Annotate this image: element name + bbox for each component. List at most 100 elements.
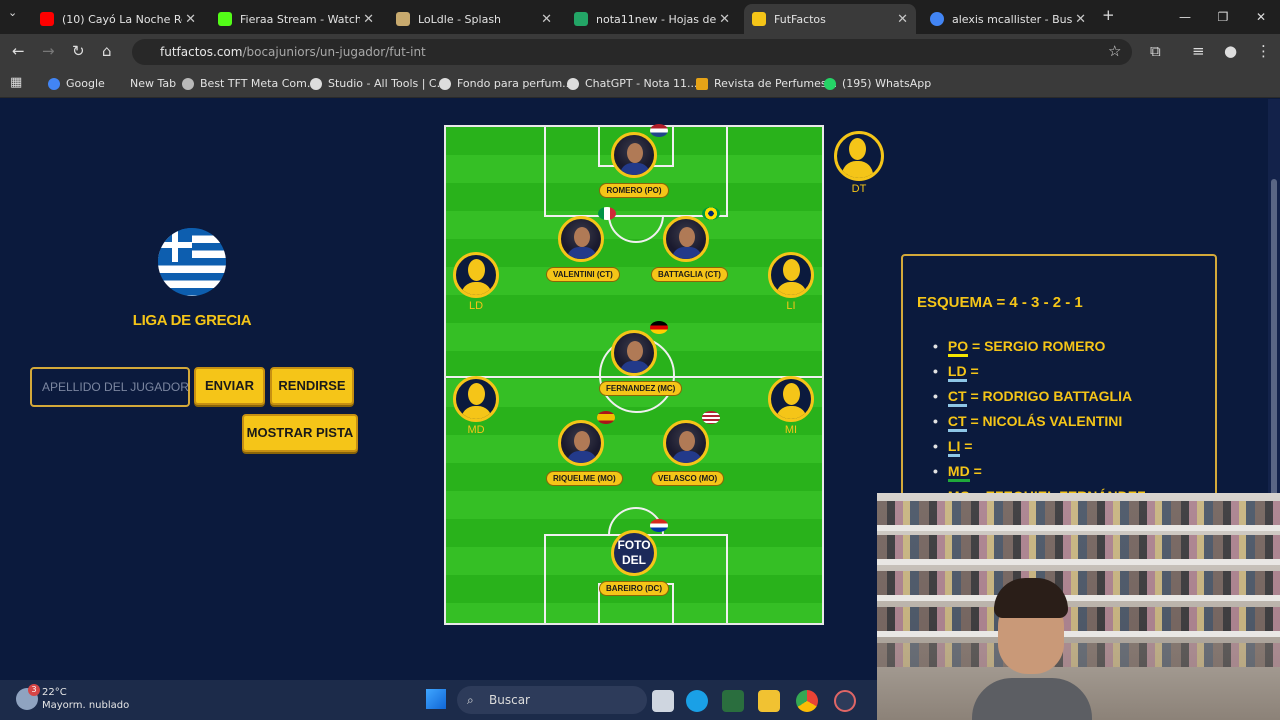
app-icon[interactable] [722, 690, 744, 712]
star-icon[interactable]: ☆ [1108, 42, 1121, 60]
player-label: BATTAGLIA (CT) [651, 267, 728, 282]
file-explorer-icon[interactable] [758, 690, 780, 712]
extensions-icon[interactable]: ⧉ [1150, 42, 1161, 60]
kick-icon [218, 12, 232, 26]
player-photo [558, 420, 604, 466]
player-mc[interactable]: FERNANDEZ (MC) [599, 330, 683, 396]
back-icon[interactable]: ← [12, 42, 25, 60]
position-abbr: CT [947, 388, 967, 407]
tab-sheets[interactable]: nota11new - Hojas de cálc ✕ [566, 4, 738, 34]
position-abbr: CT [947, 413, 967, 432]
player-photo [611, 330, 657, 376]
new-tab-icon[interactable]: + [1102, 6, 1115, 24]
position-value: = [964, 438, 973, 454]
player-dc[interactable]: FOTO DEL BAREIRO (DC) [599, 530, 669, 596]
chrome-icon[interactable] [796, 690, 818, 712]
position-value: = [973, 463, 982, 479]
home-icon[interactable]: ⌂ [102, 42, 112, 60]
player-ld-empty[interactable]: LD [441, 252, 511, 312]
position-label: LD [468, 300, 484, 312]
position-value: = RODRIGO BATTAGLIA [970, 388, 1133, 404]
bookmark-new-tab[interactable]: New Tab [130, 77, 176, 90]
player-label: RIQUELME (MO) [546, 471, 623, 486]
weather-icon[interactable]: 3 [16, 684, 40, 710]
tab-title: LoLdle - Splash [418, 12, 502, 26]
tab-search-icon[interactable]: ⌄ [8, 6, 17, 19]
send-button[interactable]: ENVIAR [194, 367, 265, 405]
player-mi-empty[interactable]: MI [756, 376, 826, 436]
player-md-empty[interactable]: MD [441, 376, 511, 436]
bookmark-studio[interactable]: Studio - All Tools | C... [310, 77, 447, 90]
bookmark-fondo[interactable]: Fondo para perfum... [439, 77, 573, 90]
player-ct-battaglia[interactable]: BATTAGLIA (CT) [651, 216, 728, 282]
surrender-button[interactable]: RENDIRSE [270, 367, 354, 405]
close-icon[interactable]: ✕ [185, 12, 196, 27]
close-icon[interactable]: ✕ [719, 12, 730, 27]
scrollbar-thumb[interactable] [1271, 179, 1277, 499]
close-icon[interactable]: ✕ [897, 12, 908, 27]
bookmark-revista[interactable]: Revista de Perfumes... [696, 77, 837, 90]
tab-kick[interactable]: Fieraa Stream - Watch Live ✕ [210, 4, 382, 34]
player-ct-valentini[interactable]: VALENTINI (CT) [546, 216, 620, 282]
player-surname-input[interactable] [30, 367, 190, 407]
apps-icon[interactable]: ▦ [10, 75, 22, 90]
window-controls: — ❐ ✕ [1166, 0, 1280, 34]
tab-title: Fieraa Stream - Watch Live [240, 12, 360, 26]
player-label: ROMERO (PO) [599, 183, 669, 198]
bookmark-google[interactable]: Google [48, 77, 105, 90]
position-value: = [970, 363, 979, 379]
league-title: LIGA DE GRECIA [132, 312, 252, 329]
app-icon-2[interactable] [834, 690, 856, 712]
tab-futfactos[interactable]: FutFactos ✕ [744, 4, 916, 34]
tab-google[interactable]: alexis mcallister - Buscar c ✕ [922, 4, 1094, 34]
tab-loldle[interactable]: LoLdle - Splash ✕ [388, 4, 560, 34]
close-icon[interactable]: ✕ [363, 12, 374, 27]
close-icon[interactable]: ✕ [1075, 12, 1086, 27]
player-po[interactable]: ROMERO (PO) [599, 132, 669, 198]
taskbar-search[interactable]: ⌕ Buscar [457, 686, 647, 714]
photo-placeholder-text: FOTO DEL [617, 538, 651, 567]
player-mo-velasco[interactable]: VELASCO (MO) [651, 420, 725, 486]
netherlands-flag-icon [650, 124, 668, 137]
tab-youtube[interactable]: (10) Cayó La Noche Remix ✕ [32, 4, 204, 34]
bookmark-whatsapp[interactable]: (195) WhatsApp [824, 77, 931, 90]
tab-strip: ⌄ (10) Cayó La Noche Remix ✕ Fieraa Stre… [0, 0, 1280, 34]
player-label: VALENTINI (CT) [546, 267, 620, 282]
italy-flag-icon [598, 207, 616, 220]
profile-avatar[interactable]: ● [1224, 42, 1237, 60]
bookmark-tft[interactable]: Best TFT Meta Com... [182, 77, 317, 90]
url-field[interactable]: futfactos.com/bocajuniors/un-jugador/fut… [132, 39, 1132, 65]
bookmark-label: Fondo para perfum... [457, 77, 573, 90]
germany-flag-icon [650, 321, 668, 334]
player-mo-riquelme[interactable]: RIQUELME (MO) [546, 420, 623, 486]
menu-icon[interactable]: ⋮ [1256, 42, 1271, 60]
tab-title: nota11new - Hojas de cálc [596, 12, 716, 26]
task-view-icon[interactable] [652, 690, 674, 712]
player-li-empty[interactable]: LI [756, 252, 826, 312]
futfactos-icon [752, 12, 766, 26]
weather-widget[interactable]: 22°C Mayorm. nublado [42, 686, 129, 712]
windows-start-icon[interactable] [426, 689, 446, 709]
whatsapp-icon [824, 77, 836, 90]
chatgpt-icon [567, 77, 579, 90]
coach-slot[interactable]: DT [834, 131, 884, 195]
edge-icon[interactable] [686, 690, 708, 712]
player-photo [611, 132, 657, 178]
paraguay-flag-icon [650, 519, 668, 532]
maximize-icon[interactable]: ❐ [1204, 0, 1242, 34]
bookmark-label: Best TFT Meta Com... [200, 77, 318, 90]
notification-badge: 3 [28, 684, 40, 696]
minimize-icon[interactable]: — [1166, 0, 1204, 34]
player-label: VELASCO (MO) [651, 471, 725, 486]
position-abbr: LD [947, 363, 967, 382]
close-window-icon[interactable]: ✕ [1242, 0, 1280, 34]
close-icon[interactable]: ✕ [541, 12, 552, 27]
show-hint-button[interactable]: MOSTRAR PISTA [242, 414, 358, 452]
tab-title: (10) Cayó La Noche Remix [62, 12, 182, 26]
coach-label: DT [851, 183, 867, 195]
forward-icon[interactable]: → [42, 42, 55, 60]
reload-icon[interactable]: ↻ [72, 42, 85, 60]
media-icon[interactable]: ≡ [1192, 42, 1205, 60]
player-photo [663, 420, 709, 466]
bookmark-chatgpt[interactable]: ChatGPT - Nota 11... [567, 77, 698, 90]
